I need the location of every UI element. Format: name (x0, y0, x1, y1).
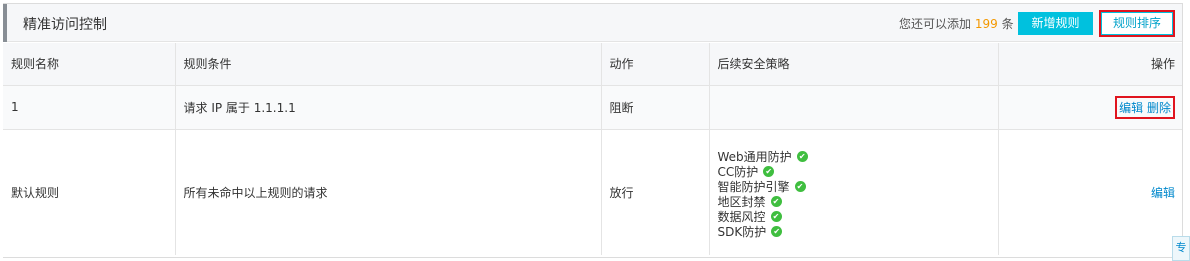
strategy-list: Web通用防护 ✔ CC防护 ✔ 智能防护引擎 ✔ 地区封禁 ✔ 数据风控 ✔ SDK防护… (718, 144, 990, 240)
column-header-rule-name: 规则名称 (3, 43, 176, 86)
column-header-strategy: 后续安全策略 (709, 43, 999, 86)
quota-count: 199 (974, 17, 998, 31)
header-accent-bar (3, 4, 7, 42)
strategy-item: CC防护 ✔ (718, 165, 990, 180)
rule-operations-cell: 编辑 (998, 129, 1182, 255)
strategy-label: SDK防护 (717, 225, 767, 240)
check-icon: ✔ (794, 181, 806, 193)
page-title: 精准访问控制 (23, 17, 107, 33)
rules-table: 规则名称 规则条件 动作 后续安全策略 操作 1 请求 IP 属于 1.1.1.… (3, 43, 1182, 255)
rule-condition-cell: 请求 IP 属于 1.1.1.1 (175, 85, 602, 130)
strategy-item: 地区封禁 ✔ (718, 195, 990, 210)
check-icon: ✔ (770, 196, 782, 208)
column-header-action: 动作 (601, 43, 710, 86)
panel-header: 精准访问控制 您还可以添加 199 条 新增规则 规则排序 (3, 4, 1182, 42)
quota-prefix: 您还可以添加 (899, 17, 972, 31)
table-row: 1 请求 IP 属于 1.1.1.1 阻断 编辑 删除 (3, 85, 1182, 130)
rule-name-cell: 1 (3, 85, 176, 130)
table-header-row: 规则名称 规则条件 动作 后续安全策略 操作 (3, 43, 1182, 86)
strategy-item: 智能防护引擎 ✔ (718, 180, 990, 195)
table-row: 默认规则 所有未命中以上规则的请求 放行 Web通用防护 ✔ CC防护 ✔ 智能防护… (3, 129, 1182, 255)
sort-rules-button[interactable]: 规则排序 (1099, 10, 1175, 37)
strategy-item: Web通用防护 ✔ (718, 150, 990, 165)
strategy-label: CC防护 (717, 165, 759, 180)
operations-highlight: 编辑 删除 (1115, 95, 1175, 119)
rule-action-cell: 放行 (601, 129, 710, 255)
check-icon: ✔ (770, 211, 782, 223)
rule-operations-cell: 编辑 删除 (998, 85, 1182, 130)
side-tab[interactable]: 专 (1172, 236, 1190, 261)
rule-strategy-cell: Web通用防护 ✔ CC防护 ✔ 智能防护引擎 ✔ 地区封禁 ✔ 数据风控 ✔ SDK防护… (709, 129, 999, 255)
check-icon: ✔ (763, 166, 775, 178)
strategy-label: 地区封禁 (717, 195, 766, 210)
strategy-item: SDK防护 ✔ (718, 225, 990, 240)
check-icon: ✔ (771, 226, 783, 238)
rule-strategy-cell (709, 85, 999, 130)
column-header-rule-condition: 规则条件 (175, 43, 602, 86)
rule-quota-text: 您还可以添加 199 条 (899, 15, 1014, 32)
edit-rule-link[interactable]: 编辑 (1119, 101, 1143, 115)
strategy-label: Web通用防护 (717, 150, 792, 165)
quota-suffix: 条 (1001, 17, 1014, 31)
edit-rule-link[interactable]: 编辑 (1151, 186, 1175, 200)
strategy-label: 数据风控 (717, 210, 766, 225)
access-control-panel: 精准访问控制 您还可以添加 199 条 新增规则 规则排序 规则名称 规则条件 … (3, 3, 1183, 258)
strategy-item: 数据风控 ✔ (718, 210, 990, 225)
rule-action-cell: 阻断 (601, 85, 710, 130)
strategy-label: 智能防护引擎 (717, 180, 790, 195)
add-rule-button[interactable]: 新增规则 (1018, 12, 1093, 35)
delete-rule-link[interactable]: 删除 (1147, 101, 1171, 115)
column-header-operations: 操作 (998, 43, 1182, 86)
rule-condition-cell: 所有未命中以上规则的请求 (175, 129, 602, 255)
rule-name-cell: 默认规则 (3, 129, 176, 255)
check-icon: ✔ (796, 151, 808, 163)
